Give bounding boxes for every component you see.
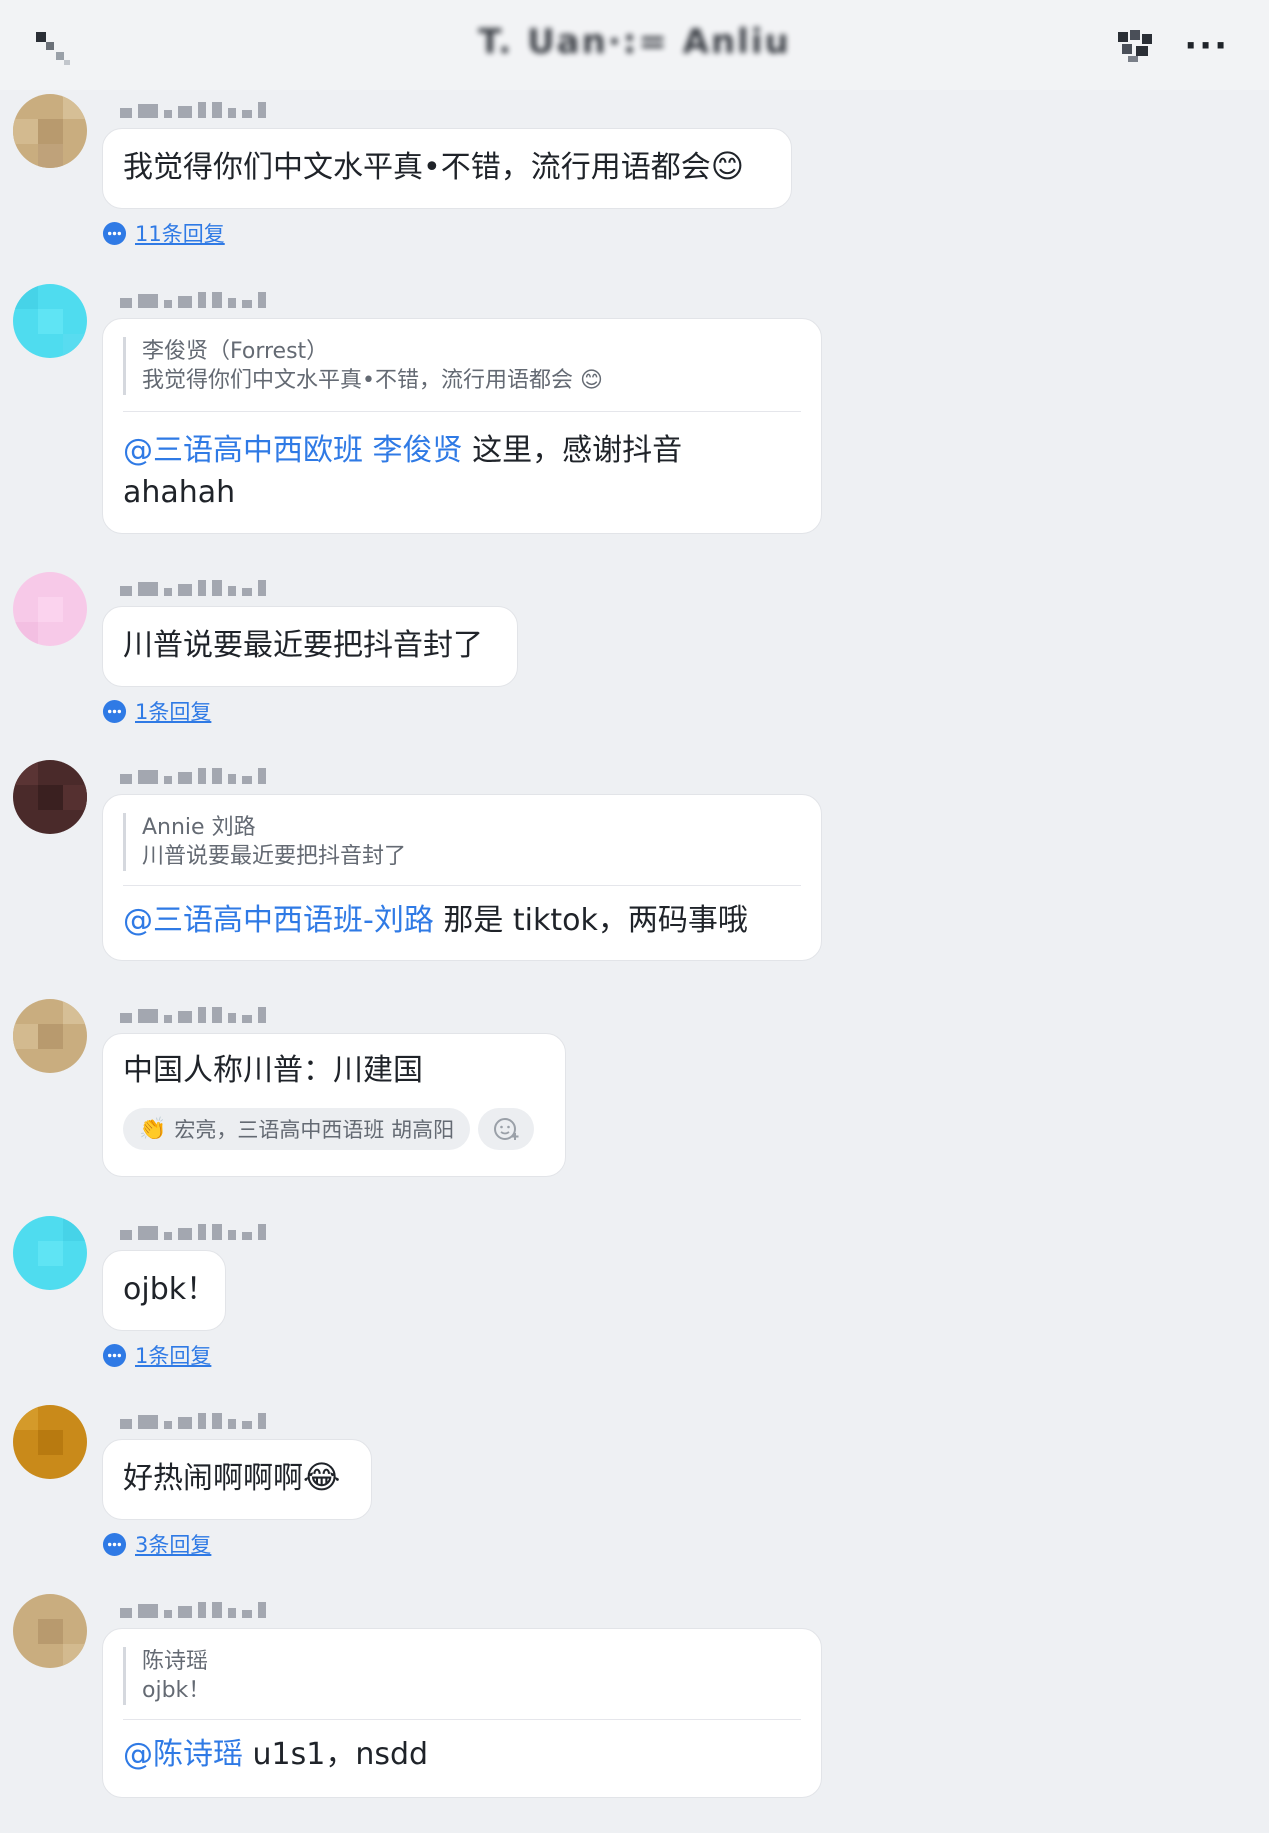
reply-count: 3条回复 xyxy=(135,1533,212,1557)
message-bubble[interactable]: 好热闹啊啊啊😂 xyxy=(102,1439,372,1520)
add-reaction-button[interactable] xyxy=(478,1108,535,1150)
sender-name-blurred xyxy=(120,1596,370,1618)
avatar[interactable] xyxy=(13,572,87,646)
sender-name-blurred xyxy=(120,1001,370,1023)
reply-count: 11条回复 xyxy=(135,222,225,246)
avatar[interactable] xyxy=(13,94,87,168)
smile-emoji-icon: 😊 xyxy=(579,368,603,393)
reaction-users: 宏亮，三语高中西语班 胡高阳 xyxy=(174,1118,455,1142)
avatar[interactable] xyxy=(13,999,87,1073)
message-bubble[interactable]: 李俊贤（Forrest） 我觉得你们中文水平真•不错，流行用语都会 😊 @三语高… xyxy=(102,318,822,534)
divider xyxy=(123,885,801,886)
avatar[interactable] xyxy=(13,1216,87,1290)
reaction-pill[interactable]: 👏 宏亮，三语高中西语班 胡高阳 xyxy=(123,1108,471,1150)
avatar[interactable] xyxy=(13,1405,87,1479)
message-bubble[interactable]: 陈诗瑶 ojbk！ @陈诗瑶 u1s1，nsdd xyxy=(102,1628,822,1798)
sender-name-blurred xyxy=(120,96,370,118)
group-members-icon[interactable] xyxy=(1114,28,1156,64)
reply-count: 1条回复 xyxy=(135,1344,212,1368)
message-text: 川普说要最近要把抖音封了 xyxy=(123,628,483,663)
message-text: @三语高中西语班-刘路 那是 tiktok，两码事哦 xyxy=(123,900,801,942)
message-body: u1s1，nsdd xyxy=(243,1737,429,1772)
top-bar: T. Uan·:= Anliu ··· xyxy=(0,0,1269,90)
smile-emoji-icon: 😊 xyxy=(710,147,745,185)
quoted-message[interactable]: 李俊贤（Forrest） 我觉得你们中文水平真•不错，流行用语都会 😊 xyxy=(123,337,801,395)
avatar[interactable] xyxy=(13,284,87,358)
chat-bubble-icon xyxy=(102,1532,127,1556)
message-bubble[interactable]: 中国人称川普：川建国 👏 宏亮，三语高中西语班 胡高阳 xyxy=(102,1033,566,1177)
message-bubble[interactable]: 川普说要最近要把抖音封了 xyxy=(102,606,518,687)
mention-link[interactable]: @陈诗瑶 xyxy=(123,1737,243,1772)
sender-name-blurred xyxy=(120,1218,370,1240)
add-emoji-icon xyxy=(494,1118,519,1140)
sender-name-blurred xyxy=(120,574,370,596)
sender-name-blurred xyxy=(120,286,370,308)
chat-title-text: T. Uan·:= Anliu xyxy=(478,22,791,62)
message-bubble[interactable]: 我觉得你们中文水平真•不错，流行用语都会😊 xyxy=(102,128,792,209)
chat-bubble-icon xyxy=(102,699,127,723)
thread-replies-link[interactable]: 3条回复 xyxy=(102,1529,211,1559)
message-bubble[interactable]: Annie 刘路 川普说要最近要把抖音封了 @三语高中西语班-刘路 那是 tik… xyxy=(102,794,822,961)
laugh-cry-emoji-icon: 😂 xyxy=(303,1458,341,1496)
quoted-message[interactable]: Annie 刘路 川普说要最近要把抖音封了 xyxy=(123,813,801,871)
quoted-message[interactable]: 陈诗瑶 ojbk！ xyxy=(123,1647,801,1705)
quote-author: 陈诗瑶 xyxy=(142,1649,209,1674)
more-options-icon[interactable]: ··· xyxy=(1184,29,1229,63)
message-text: @陈诗瑶 u1s1，nsdd xyxy=(123,1734,801,1776)
message-bubble[interactable]: ojbk！ xyxy=(102,1250,226,1331)
quote-author: Annie 刘路 xyxy=(142,815,256,840)
chat-bubble-icon xyxy=(102,221,127,245)
quote-text: 我觉得你们中文水平真•不错，流行用语都会 xyxy=(142,368,573,393)
quote-author: 李俊贤（Forrest） xyxy=(142,339,329,364)
sender-name-blurred xyxy=(120,1407,370,1429)
avatar[interactable] xyxy=(13,760,87,834)
message-text: ojbk！ xyxy=(123,1272,217,1307)
message-text: 好热闹啊啊啊 xyxy=(123,1461,303,1496)
message-body: 那是 tiktok，两码事哦 xyxy=(433,903,748,938)
thread-replies-link[interactable]: 1条回复 xyxy=(102,696,211,726)
avatar[interactable] xyxy=(13,1594,87,1668)
reply-count: 1条回复 xyxy=(135,700,212,724)
mention-link[interactable]: @三语高中西欧班 李俊贤 xyxy=(123,433,463,468)
quote-text: 川普说要最近要把抖音封了 xyxy=(142,844,407,869)
clap-emoji-icon: 👏 xyxy=(139,1116,167,1142)
message-text: @三语高中西欧班 李俊贤 这里，感谢抖音 ahahah xyxy=(123,430,801,514)
message-text: 我觉得你们中文水平真•不错，流行用语都会 xyxy=(123,150,711,185)
thread-replies-link[interactable]: 11条回复 xyxy=(102,218,225,248)
divider xyxy=(123,1719,801,1720)
sender-name-blurred xyxy=(120,762,370,784)
chat-title: T. Uan·:= Anliu xyxy=(0,22,1269,62)
divider xyxy=(123,411,801,412)
thread-replies-link[interactable]: 1条回复 xyxy=(102,1340,211,1370)
chat-bubble-icon xyxy=(102,1343,127,1367)
mention-link[interactable]: @三语高中西语班-刘路 xyxy=(123,903,434,938)
quote-text: ojbk！ xyxy=(142,1678,211,1703)
message-text: 中国人称川普：川建国 xyxy=(123,1053,423,1088)
